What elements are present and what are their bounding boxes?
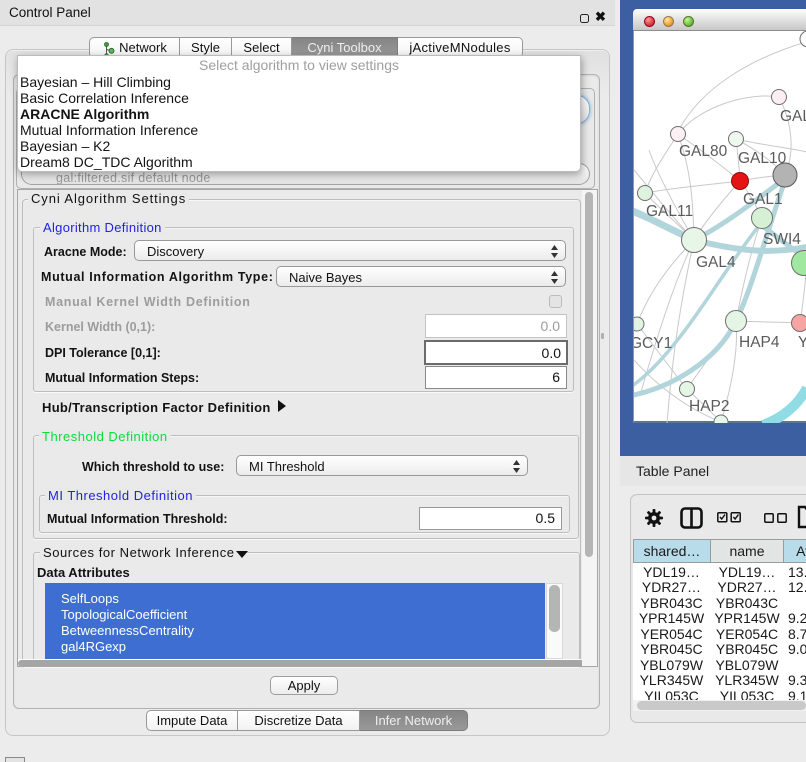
svg-text:GAL10: GAL10 <box>738 150 787 167</box>
svg-text:HAP2: HAP2 <box>689 398 730 415</box>
svg-text:GAL2: GAL2 <box>780 108 806 125</box>
svg-text:HAP4: HAP4 <box>739 334 780 351</box>
svg-text:SWI4: SWI4 <box>763 231 801 248</box>
svg-text:YB: YB <box>798 334 806 351</box>
svg-text:GAL80: GAL80 <box>679 143 728 160</box>
svg-text:GAL4: GAL4 <box>696 254 736 271</box>
svg-text:GCY1: GCY1 <box>634 335 672 352</box>
svg-text:GAL1: GAL1 <box>743 191 783 208</box>
svg-text:GAL11: GAL11 <box>646 203 693 220</box>
